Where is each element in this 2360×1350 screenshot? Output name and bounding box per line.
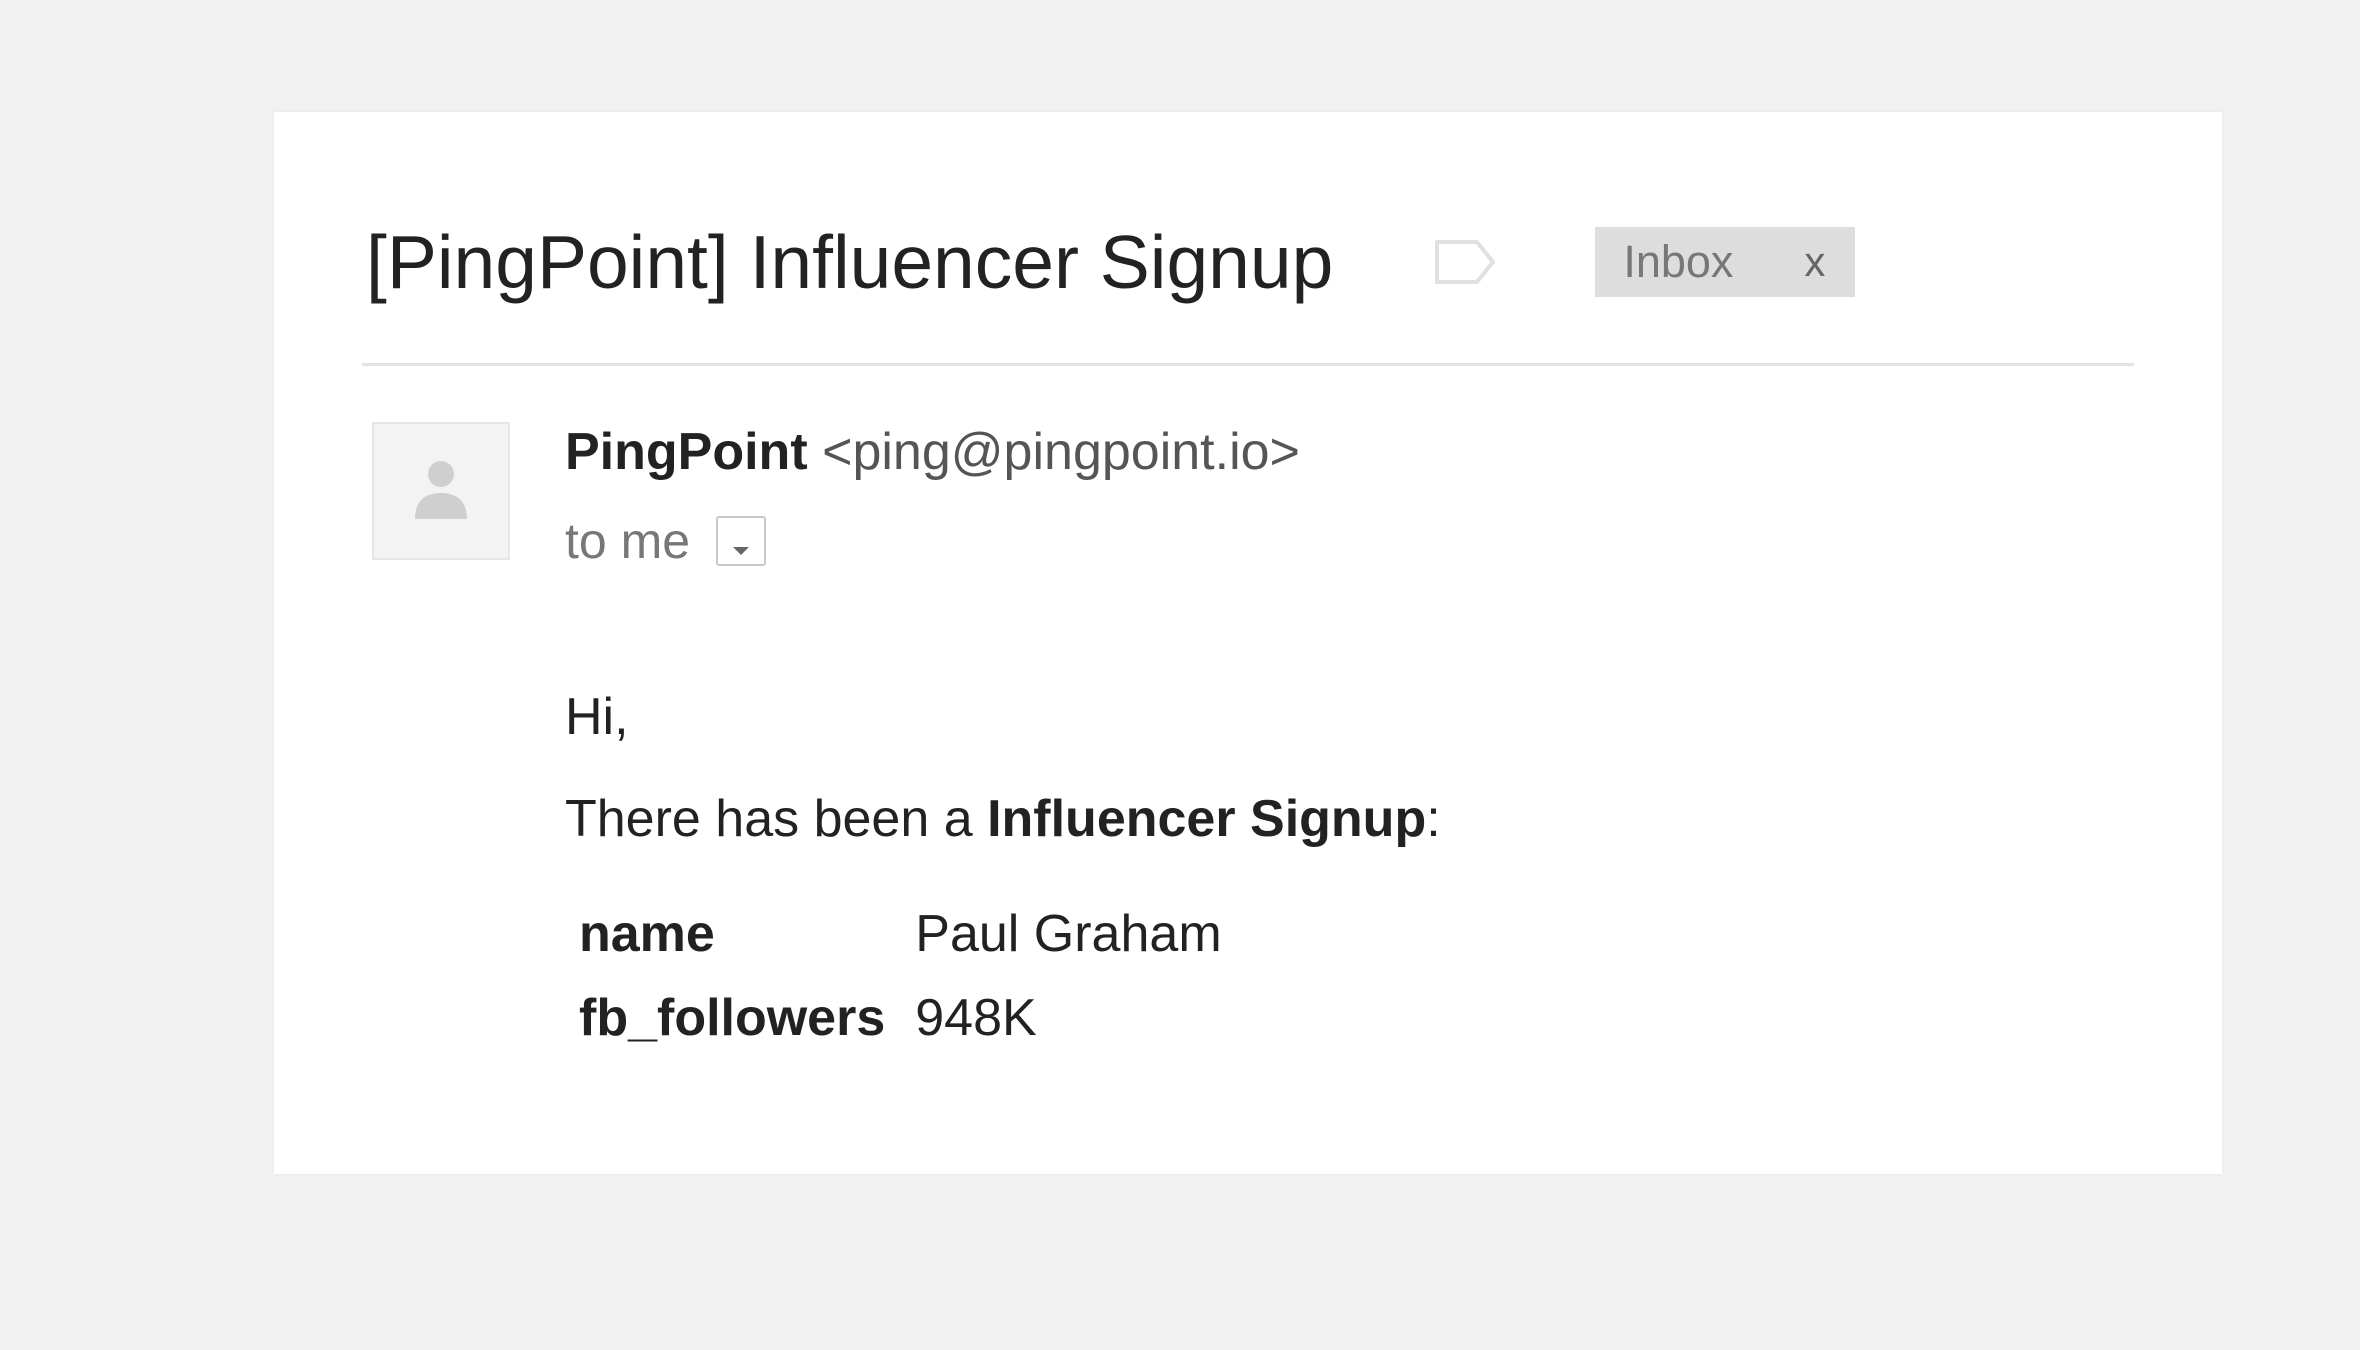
table-row: name Paul Graham [573, 903, 1244, 987]
recipients-line: to me [565, 512, 767, 570]
email-body: Hi, There has been a Influencer Signup: … [565, 687, 1441, 1071]
field-value: 948K [915, 989, 1037, 1047]
label-tag-icon[interactable] [1433, 238, 1497, 286]
recipient-details-dropdown[interactable] [716, 516, 767, 566]
intro-suffix: : [1426, 790, 1441, 848]
sender-line: PingPoint <ping@pingpoint.io> [565, 422, 1300, 482]
intro-text: There has been a Influencer Signup: [565, 789, 1441, 849]
signup-fields-table: name Paul Graham fb_followers 948K [573, 903, 1244, 1071]
header-divider [362, 363, 2134, 366]
greeting-text: Hi, [565, 688, 629, 746]
email-subject: [PingPoint] Influencer Signup [366, 220, 1334, 304]
recipients-text: to me [565, 513, 691, 569]
sender-name[interactable]: PingPoint [565, 423, 808, 481]
chevron-down-icon [730, 512, 752, 570]
inbox-label-text: Inbox [1623, 236, 1734, 287]
email-card: [PingPoint] Influencer Signup Inbox x Pi… [274, 112, 2222, 1174]
sender-avatar [372, 422, 510, 560]
field-key: name [579, 905, 715, 963]
person-icon [413, 457, 469, 526]
intro-prefix: There has been a [565, 790, 988, 848]
inbox-label-chip: Inbox x [1595, 227, 1856, 297]
table-row: fb_followers 948K [573, 987, 1244, 1071]
field-key: fb_followers [579, 989, 886, 1047]
intro-bold: Influencer Signup [987, 790, 1427, 848]
sender-email: <ping@pingpoint.io> [822, 423, 1300, 481]
subject-row: [PingPoint] Influencer Signup Inbox x [366, 207, 2134, 317]
remove-label-button[interactable]: x [1804, 238, 1825, 286]
field-value: Paul Graham [915, 905, 1222, 963]
